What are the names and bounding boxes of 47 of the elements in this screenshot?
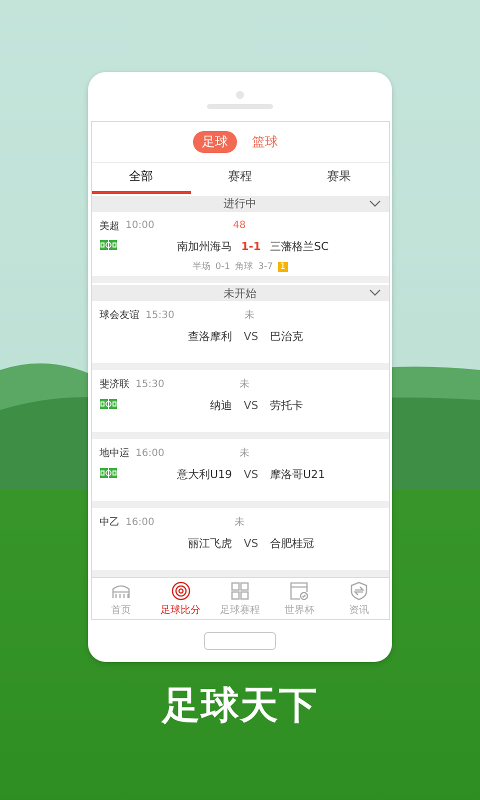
- section-header[interactable]: 进行中: [92, 196, 388, 212]
- halftime-score: 0-1: [215, 262, 230, 272]
- match-status: 未: [239, 378, 250, 392]
- league-name: 斐济联: [100, 378, 130, 392]
- league-name: 球会友谊: [100, 308, 140, 322]
- league-name: 中乙: [100, 516, 120, 530]
- calendar-check-icon: [289, 581, 310, 602]
- match-status: 48: [233, 220, 246, 232]
- match-time: 16:00: [136, 448, 164, 459]
- home-team: 丽江飞虎: [187, 536, 232, 551]
- match-score: 1-1: [240, 240, 262, 254]
- away-team: 合肥桂冠: [270, 536, 315, 551]
- shield-icon: [348, 581, 369, 602]
- card-count-badge: 1: [278, 262, 288, 272]
- away-team: 三藩格兰SC: [270, 239, 330, 254]
- home-team: 纳迪: [209, 398, 232, 413]
- match-score: VS: [242, 536, 260, 550]
- home-team: 意大利U19: [176, 466, 232, 482]
- section-header[interactable]: 未开始: [92, 285, 388, 302]
- corner-label: 角球: [235, 260, 254, 274]
- match-time: 15:30: [136, 378, 164, 390]
- home-team: 南加州海马: [176, 239, 232, 254]
- match-status: 未: [234, 516, 244, 530]
- away-team: 摩洛哥U21: [270, 466, 326, 482]
- match-score: VS: [242, 330, 260, 343]
- league-name: 美超: [100, 220, 120, 233]
- match-time: 10:00: [126, 220, 154, 232]
- home-button[interactable]: [204, 632, 276, 650]
- speaker-slot: [207, 104, 273, 109]
- home-team: 查洛摩利: [187, 328, 232, 344]
- league-name: 地中运: [100, 446, 130, 460]
- match-status: 未: [239, 446, 250, 460]
- match-time: 16:00: [126, 516, 154, 528]
- camera-dot: [236, 91, 244, 99]
- away-team: 劳托卡: [270, 398, 304, 413]
- section-title: 进行中: [224, 196, 256, 212]
- halftime-label: 半场: [192, 260, 210, 274]
- away-team: 巴治克: [270, 328, 304, 344]
- match-status: 未: [244, 308, 254, 322]
- match-score: VS: [242, 398, 260, 412]
- promo-title: 足球天下: [162, 682, 318, 729]
- corner-count: 3-7: [258, 262, 273, 272]
- grid-icon: [230, 581, 250, 602]
- match-score: VS: [242, 468, 260, 481]
- nav-tab[interactable]: 足球比分: [150, 578, 210, 619]
- section-title: 未开始: [224, 286, 256, 301]
- match-time: 15:30: [146, 310, 174, 321]
